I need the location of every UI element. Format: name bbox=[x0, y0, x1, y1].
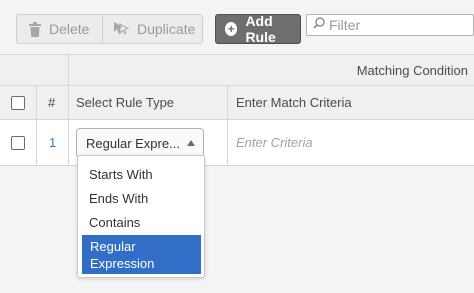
filter-field bbox=[306, 14, 474, 36]
select-all-checkbox[interactable] bbox=[11, 95, 25, 110]
option-regular-expression-line-2: Expression bbox=[90, 256, 155, 271]
column-header-number: # bbox=[48, 95, 56, 110]
delete-button[interactable]: Delete bbox=[17, 15, 103, 43]
search-icon bbox=[313, 16, 325, 34]
duplicate-icon bbox=[113, 21, 129, 37]
column-header-criteria[interactable]: Enter Match Criteria bbox=[236, 86, 352, 119]
duplicate-button-label: Duplicate bbox=[137, 21, 196, 37]
row-checkbox-cell bbox=[11, 120, 25, 165]
duplicate-button[interactable]: Duplicate bbox=[103, 15, 202, 43]
rule-type-select[interactable]: Regular Expre... bbox=[76, 128, 204, 158]
rules-table: Matching Condition # Select Rule Type En… bbox=[0, 54, 474, 166]
option-contains[interactable]: Contains bbox=[78, 210, 204, 234]
triangle-up-icon bbox=[187, 140, 195, 146]
add-rule-button[interactable]: + Add Rule bbox=[215, 13, 301, 45]
option-regular-expression[interactable]: Regular Expression bbox=[82, 235, 201, 274]
column-header-rule-type[interactable]: Select Rule Type bbox=[76, 86, 174, 119]
rule-type-dropdown: Starts With Ends With Contains Regular E… bbox=[77, 155, 205, 278]
row-checkbox[interactable] bbox=[11, 135, 25, 150]
matching-condition-header: Matching Condition bbox=[356, 63, 468, 78]
row-number[interactable]: 1 bbox=[49, 135, 56, 150]
criteria-cell[interactable]: Enter Criteria bbox=[236, 120, 313, 165]
table-header: # Select Rule Type Enter Match Criteria bbox=[0, 86, 474, 120]
option-ends-with[interactable]: Ends With bbox=[78, 186, 204, 210]
filter-input[interactable] bbox=[329, 17, 469, 33]
row-number-cell: 1 bbox=[49, 120, 56, 165]
criteria-placeholder: Enter Criteria bbox=[236, 135, 313, 150]
rule-type-value: Regular Expre... bbox=[86, 135, 180, 151]
plus-circle-icon: + bbox=[225, 22, 238, 36]
option-starts-with[interactable]: Starts With bbox=[78, 162, 204, 186]
option-regular-expression-line-1: Regular bbox=[90, 239, 136, 254]
table-group-header: Matching Condition bbox=[0, 55, 474, 86]
delete-button-label: Delete bbox=[49, 21, 90, 37]
add-rule-label: Add Rule bbox=[245, 13, 276, 45]
toolbar: Delete Duplicate + Add Rule bbox=[0, 0, 474, 54]
trash-icon bbox=[29, 21, 41, 37]
edit-button-group: Delete Duplicate bbox=[16, 14, 203, 44]
table-row: 1 Regular Expre... Enter Criteria bbox=[0, 120, 474, 166]
select-all-cell bbox=[11, 86, 25, 119]
